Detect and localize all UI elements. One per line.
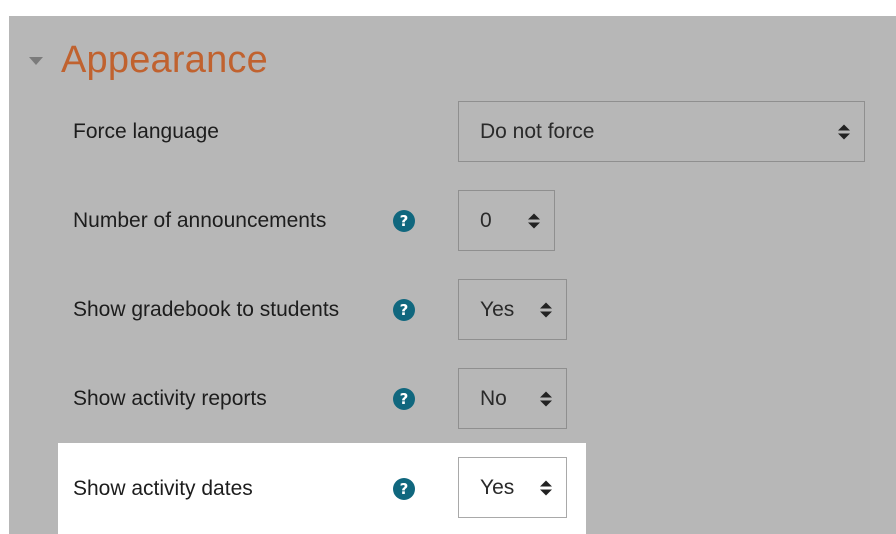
activity-reports-value: No — [480, 386, 507, 410]
announcements-value: 0 — [480, 208, 492, 232]
select-arrows-icon — [540, 302, 552, 317]
activity-dates-label: Show activity dates — [73, 477, 253, 500]
select-arrows-icon — [540, 391, 552, 406]
gradebook-value: Yes — [480, 297, 515, 321]
announcements-select[interactable]: 0 — [458, 190, 555, 251]
gradebook-label: Show gradebook to students — [73, 298, 340, 321]
activity-dates-help-icon[interactable]: ? — [393, 478, 415, 500]
activity-dates-select[interactable]: Yes — [458, 457, 567, 518]
caret-down-icon — [29, 57, 43, 65]
activity-reports-select[interactable]: No — [458, 368, 567, 429]
select-arrows-icon — [528, 213, 540, 228]
gradebook-select[interactable]: Yes — [458, 279, 567, 340]
force-language-label: Force language — [73, 120, 219, 143]
force-language-value: Do not force — [480, 119, 595, 143]
announcements-label: Number of announcements — [73, 209, 327, 232]
select-arrows-icon — [540, 480, 552, 495]
force-language-select[interactable]: Do not force — [458, 101, 865, 162]
activity-dates-value: Yes — [480, 475, 515, 499]
select-arrows-icon — [838, 124, 850, 139]
announcements-help-icon[interactable]: ? — [393, 210, 415, 232]
activity-reports-help-icon[interactable]: ? — [393, 388, 415, 410]
gradebook-help-icon[interactable]: ? — [393, 299, 415, 321]
activity-reports-label: Show activity reports — [73, 387, 267, 410]
appearance-section-toggle[interactable]: Appearance — [29, 34, 268, 86]
section-title: Appearance — [61, 38, 268, 81]
